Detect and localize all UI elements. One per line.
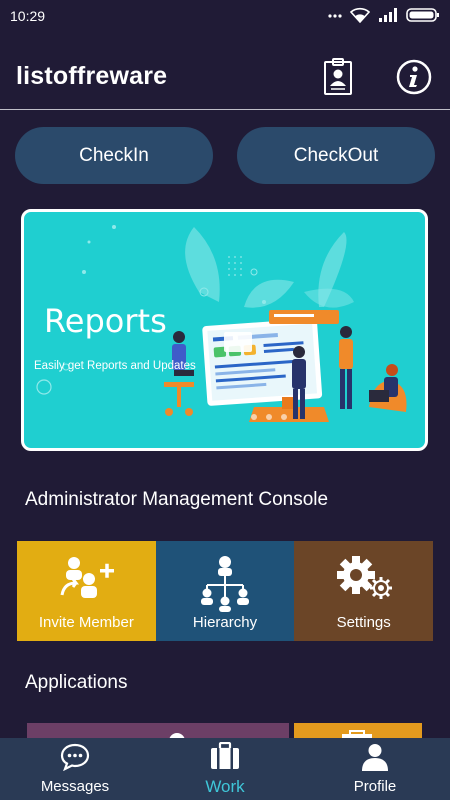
nav-label: Profile: [353, 778, 397, 795]
battery-icon: [406, 7, 440, 26]
more-icon: [328, 8, 342, 24]
hierarchy-icon: [156, 555, 295, 613]
tile-label: Invite Member: [38, 614, 134, 631]
info-icon[interactable]: [394, 57, 434, 97]
banner-subtitle: Easily get Reports and Updates: [34, 360, 196, 372]
briefcase-icon: [210, 741, 240, 775]
gears-icon: [294, 555, 433, 601]
checkout-button[interactable]: CheckOut: [237, 127, 435, 184]
tile-label: Hierarchy: [192, 614, 258, 631]
admin-heading: Administrator Management Console: [25, 489, 329, 510]
checkin-button[interactable]: CheckIn: [15, 127, 213, 184]
applications-heading: Applications: [25, 672, 128, 693]
nav-messages[interactable]: Messages: [0, 738, 150, 800]
status-icons: [328, 7, 440, 26]
settings-tile[interactable]: Settings: [294, 541, 434, 641]
signal-icon: [378, 7, 398, 26]
status-bar: 10:29: [0, 0, 450, 32]
status-time: 10:29: [10, 8, 46, 24]
person-icon: [360, 743, 390, 776]
chat-icon: [60, 743, 90, 776]
attendance-buttons: CheckIn CheckOut: [15, 127, 435, 184]
tile-label: Settings: [336, 614, 391, 631]
app-title: listoffreware: [16, 62, 168, 90]
app-bar-actions: [318, 57, 434, 97]
wifi-icon: [349, 7, 371, 26]
nav-profile[interactable]: Profile: [300, 738, 450, 800]
app-bar: listoffreware: [0, 44, 450, 110]
nav-label: Messages: [40, 778, 110, 795]
reports-banner[interactable]: Reports Easily get Reports and Updates: [21, 209, 428, 451]
bottom-nav: Messages Work Profile: [0, 738, 450, 800]
add-member-icon: [17, 555, 156, 607]
admin-tiles: Invite Member Hierarchy Settings: [17, 541, 434, 641]
nav-work[interactable]: Work: [150, 738, 300, 800]
invite-member-tile[interactable]: Invite Member: [17, 541, 156, 641]
banner-title: Reports: [44, 302, 167, 340]
nav-label: Work: [205, 776, 245, 796]
id-badge-icon[interactable]: [318, 57, 358, 97]
hierarchy-tile[interactable]: Hierarchy: [155, 541, 295, 641]
